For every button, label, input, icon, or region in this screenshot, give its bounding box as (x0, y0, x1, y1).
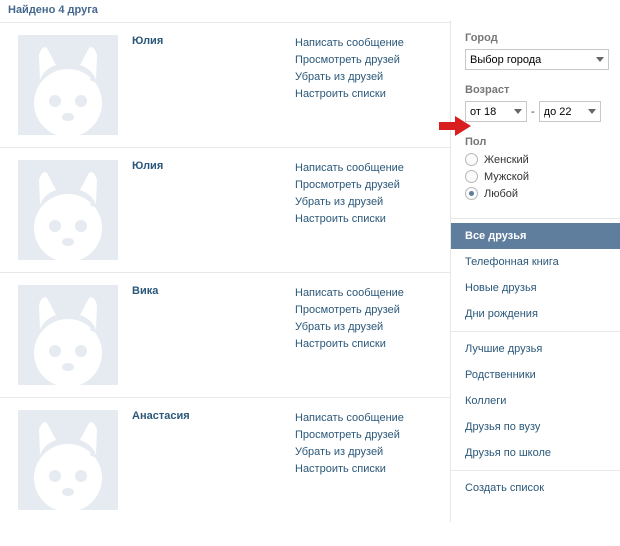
friend-name[interactable]: Юлия (132, 35, 285, 47)
list-best-friends[interactable]: Лучшие друзья (451, 336, 620, 362)
gender-any-radio[interactable]: Любой (465, 187, 610, 200)
friend-row: Юлия Написать сообщение Просмотреть друз… (0, 147, 450, 272)
list-phonebook[interactable]: Телефонная книга (451, 249, 620, 275)
write-message-link[interactable]: Написать сообщение (295, 35, 440, 52)
configure-lists-link[interactable]: Настроить списки (295, 86, 440, 103)
gender-female-radio[interactable]: Женский (465, 153, 610, 166)
age-label: Возраст (465, 84, 610, 96)
avatar[interactable] (18, 410, 118, 510)
view-friends-link[interactable]: Просмотреть друзей (295, 52, 440, 69)
write-message-link[interactable]: Написать сообщение (295, 160, 440, 177)
radio-icon (465, 153, 478, 166)
avatar[interactable] (18, 285, 118, 385)
found-count: Найдено 4 друга (0, 0, 450, 22)
age-separator: - (531, 106, 535, 118)
age-to-select[interactable]: до 22 (539, 101, 601, 122)
remove-friend-link[interactable]: Убрать из друзей (295, 194, 440, 211)
annotation-arrow-icon (439, 116, 471, 136)
list-all-friends[interactable]: Все друзья (451, 223, 620, 249)
friend-row: Анастасия Написать сообщение Просмотреть… (0, 397, 450, 522)
city-label: Город (465, 32, 610, 44)
friend-name[interactable]: Вика (132, 285, 285, 297)
view-friends-link[interactable]: Просмотреть друзей (295, 177, 440, 194)
remove-friend-link[interactable]: Убрать из друзей (295, 69, 440, 86)
configure-lists-link[interactable]: Настроить списки (295, 461, 440, 478)
avatar[interactable] (18, 35, 118, 135)
gender-label: Пол (465, 136, 610, 148)
age-from-select[interactable]: от 18 (465, 101, 527, 122)
list-school-friends[interactable]: Друзья по школе (451, 440, 620, 466)
configure-lists-link[interactable]: Настроить списки (295, 336, 440, 353)
avatar[interactable] (18, 160, 118, 260)
gender-male-radio[interactable]: Мужской (465, 170, 610, 183)
list-uni-friends[interactable]: Друзья по вузу (451, 414, 620, 440)
remove-friend-link[interactable]: Убрать из друзей (295, 319, 440, 336)
friend-row: Юлия Написать сообщение Просмотреть друз… (0, 22, 450, 147)
radio-icon (465, 170, 478, 183)
list-birthdays[interactable]: Дни рождения (451, 301, 620, 327)
friend-name[interactable]: Анастасия (132, 410, 285, 422)
configure-lists-link[interactable]: Настроить списки (295, 211, 440, 228)
view-friends-link[interactable]: Просмотреть друзей (295, 427, 440, 444)
list-relatives[interactable]: Родственники (451, 362, 620, 388)
write-message-link[interactable]: Написать сообщение (295, 410, 440, 427)
create-list-link[interactable]: Создать список (451, 475, 620, 501)
radio-icon (465, 187, 478, 200)
list-new-friends[interactable]: Новые друзья (451, 275, 620, 301)
remove-friend-link[interactable]: Убрать из друзей (295, 444, 440, 461)
friend-name[interactable]: Юлия (132, 160, 285, 172)
write-message-link[interactable]: Написать сообщение (295, 285, 440, 302)
list-colleagues[interactable]: Коллеги (451, 388, 620, 414)
city-select[interactable]: Выбор города (465, 49, 609, 70)
view-friends-link[interactable]: Просмотреть друзей (295, 302, 440, 319)
friend-row: Вика Написать сообщение Просмотреть друз… (0, 272, 450, 397)
